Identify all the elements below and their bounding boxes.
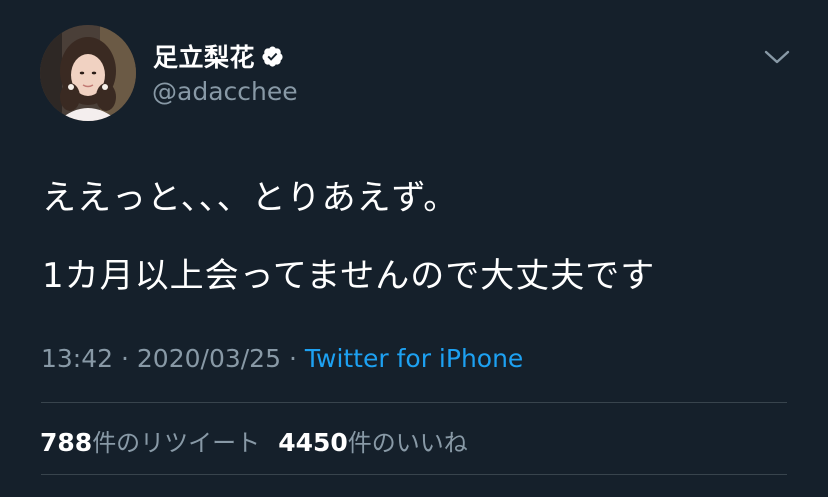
tweet-meta: 13:42 · 2020/03/25 · Twitter for iPhone xyxy=(41,344,523,373)
tweet-time[interactable]: 13:42 xyxy=(41,344,113,373)
tweet-source-link[interactable]: Twitter for iPhone xyxy=(305,344,523,373)
tweet-date[interactable]: 2020/03/25 xyxy=(137,344,281,373)
likes-label: 件のいいね xyxy=(347,429,468,457)
meta-separator: · xyxy=(288,344,297,373)
tweet-text-line-1: ええっと、、、とりあえず。 xyxy=(42,178,459,218)
retweets-label: 件のリツイート xyxy=(92,429,261,457)
divider xyxy=(41,474,787,475)
likes-count: 4450 xyxy=(278,428,348,457)
tweet-stats: 788件のリツイート 4450件のいいね xyxy=(40,423,468,458)
profile-photo-icon xyxy=(40,25,136,121)
name-row: 足立梨花 xyxy=(153,40,284,72)
tweet-detail: 足立梨花 @adacchee ええっと、、、とりあえず。 1カ月以上会ってません… xyxy=(0,0,828,497)
tweet-text-line-2: 1カ月以上会ってませんので大丈夫です xyxy=(42,256,656,296)
chevron-down-icon[interactable] xyxy=(762,44,792,70)
avatar[interactable] xyxy=(40,25,136,121)
likes-stat[interactable]: 4450件のいいね xyxy=(278,428,468,457)
meta-separator: · xyxy=(121,344,129,373)
divider xyxy=(41,402,787,403)
retweets-count: 788 xyxy=(40,428,93,457)
user-handle[interactable]: @adacchee xyxy=(152,77,298,106)
verified-badge-icon xyxy=(261,45,284,68)
display-name[interactable]: 足立梨花 xyxy=(153,38,255,74)
retweets-stat[interactable]: 788件のリツイート xyxy=(40,428,261,457)
